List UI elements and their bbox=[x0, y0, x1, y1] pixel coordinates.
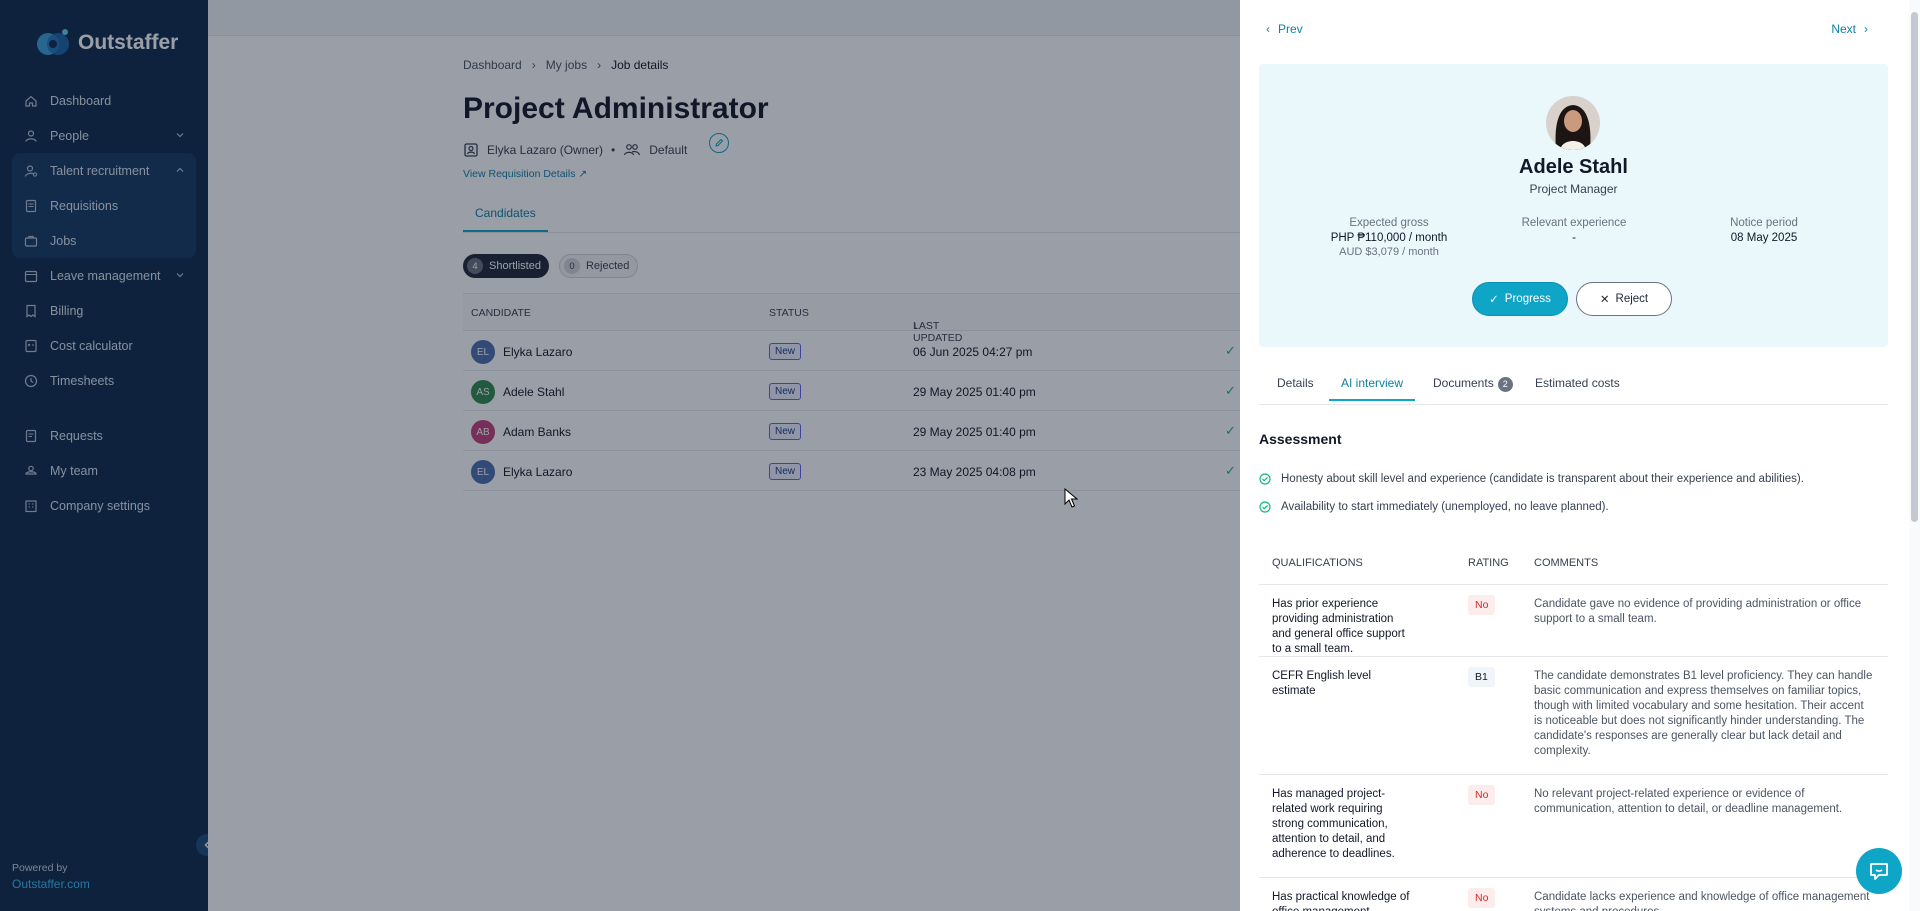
relevant-experience: Relevant experience - bbox=[1474, 217, 1674, 244]
assessment-item: Availability to start immediately (unemp… bbox=[1259, 501, 1609, 513]
rating-badge: No bbox=[1468, 888, 1496, 908]
chat-icon bbox=[1870, 863, 1888, 880]
qualification-text: Has prior experience providing administr… bbox=[1272, 598, 1405, 655]
check-circle-icon bbox=[1259, 473, 1271, 485]
candidate-profile-card: Adele Stahl Project Manager Expected gro… bbox=[1259, 64, 1888, 347]
next-label: Next bbox=[1831, 22, 1856, 36]
candidate-drawer: ‹ Prev Next › Adele Stahl Project Manage… bbox=[1240, 0, 1920, 911]
header-rating: RATING bbox=[1468, 557, 1509, 569]
qualification-comment: The candidate demonstrates B1 level prof… bbox=[1534, 670, 1873, 757]
header-qualifications: QUALIFICATIONS bbox=[1272, 557, 1363, 569]
prev-label: Prev bbox=[1278, 22, 1303, 36]
stat-label: Expected gross bbox=[1349, 217, 1429, 229]
assessment-text: Honesty about skill level and experience… bbox=[1281, 473, 1804, 485]
scrollbar-thumb[interactable] bbox=[1911, 12, 1918, 522]
candidate-avatar bbox=[1546, 96, 1600, 150]
prev-candidate-button[interactable]: ‹ Prev bbox=[1266, 22, 1303, 36]
candidate-tabs: Details AI interview Documents 2 Estimate… bbox=[1259, 370, 1888, 405]
rating-badge: No bbox=[1468, 595, 1496, 615]
progress-button[interactable]: ✓ Progress bbox=[1472, 282, 1568, 316]
documents-count-badge: 2 bbox=[1497, 376, 1513, 392]
assessment-item: Honesty about skill level and experience… bbox=[1259, 473, 1804, 485]
stat-label: Notice period bbox=[1730, 217, 1798, 229]
tab-details[interactable]: Details bbox=[1277, 376, 1314, 399]
qualification-comment: Candidate lacks experience and knowledge… bbox=[1534, 891, 1870, 911]
rating-badge: B1 bbox=[1468, 667, 1495, 687]
qualification-row: Has managed project-related work requiri… bbox=[1259, 775, 1888, 878]
stat-value: - bbox=[1572, 232, 1576, 244]
stat-label: Relevant experience bbox=[1521, 217, 1627, 229]
qualification-text: Has managed project-related work requiri… bbox=[1272, 788, 1395, 860]
check-icon: ✓ bbox=[1489, 294, 1499, 306]
stat-sub-value: AUD $3,079 / month bbox=[1339, 246, 1439, 258]
progress-label: Progress bbox=[1504, 293, 1551, 305]
qualification-text: Has practical knowledge of office manage… bbox=[1272, 891, 1410, 911]
candidate-role: Project Manager bbox=[1529, 182, 1618, 196]
close-icon: ✕ bbox=[1599, 294, 1610, 306]
rating-badge: No bbox=[1468, 785, 1496, 805]
chevron-right-icon: › bbox=[1864, 22, 1868, 36]
header-comments: COMMENTS bbox=[1534, 557, 1599, 569]
qualifications-header: QUALIFICATIONS RATING COMMENTS bbox=[1259, 547, 1888, 585]
check-circle-icon bbox=[1259, 501, 1271, 513]
tab-label: Documents bbox=[1433, 376, 1494, 390]
tab-ai-interview[interactable]: AI interview bbox=[1329, 376, 1416, 401]
drawer-scrollbar[interactable] bbox=[1909, 0, 1920, 911]
assessment-title: Assessment bbox=[1259, 431, 1342, 447]
expected-gross: Expected gross PHP ₱110,000 / month AUD … bbox=[1289, 217, 1489, 258]
modal-backdrop[interactable] bbox=[0, 0, 1240, 911]
next-candidate-button[interactable]: Next › bbox=[1831, 22, 1868, 36]
assessment-text: Availability to start immediately (unemp… bbox=[1281, 501, 1609, 513]
qualification-row: CEFR English level estimate B1 The candi… bbox=[1259, 657, 1888, 775]
reject-button[interactable]: ✕ Reject bbox=[1576, 282, 1672, 316]
qualification-text: CEFR English level estimate bbox=[1272, 670, 1372, 697]
reject-label: Reject bbox=[1615, 293, 1649, 305]
qualification-comment: No relevant project-related experience o… bbox=[1534, 788, 1843, 815]
tab-documents[interactable]: Documents 2 bbox=[1433, 376, 1513, 401]
mouse-cursor-icon bbox=[1064, 488, 1078, 508]
support-chat-button[interactable] bbox=[1856, 848, 1902, 894]
qualification-comment: Candidate gave no evidence of providing … bbox=[1534, 598, 1862, 625]
stat-value: PHP ₱110,000 / month bbox=[1330, 232, 1448, 244]
stat-value: 08 May 2025 bbox=[1730, 232, 1798, 244]
qualification-row: Has practical knowledge of office manage… bbox=[1259, 878, 1888, 911]
candidate-name: Adele Stahl bbox=[1519, 156, 1628, 178]
avatar-photo bbox=[1546, 96, 1600, 150]
tab-estimated-costs[interactable]: Estimated costs bbox=[1535, 376, 1620, 399]
qualification-row: Has prior experience providing administr… bbox=[1259, 585, 1888, 657]
chevron-left-icon: ‹ bbox=[1266, 22, 1270, 36]
qualifications-table: QUALIFICATIONS RATING COMMENTS Has prior… bbox=[1259, 547, 1888, 911]
notice-period: Notice period 08 May 2025 bbox=[1664, 217, 1864, 244]
